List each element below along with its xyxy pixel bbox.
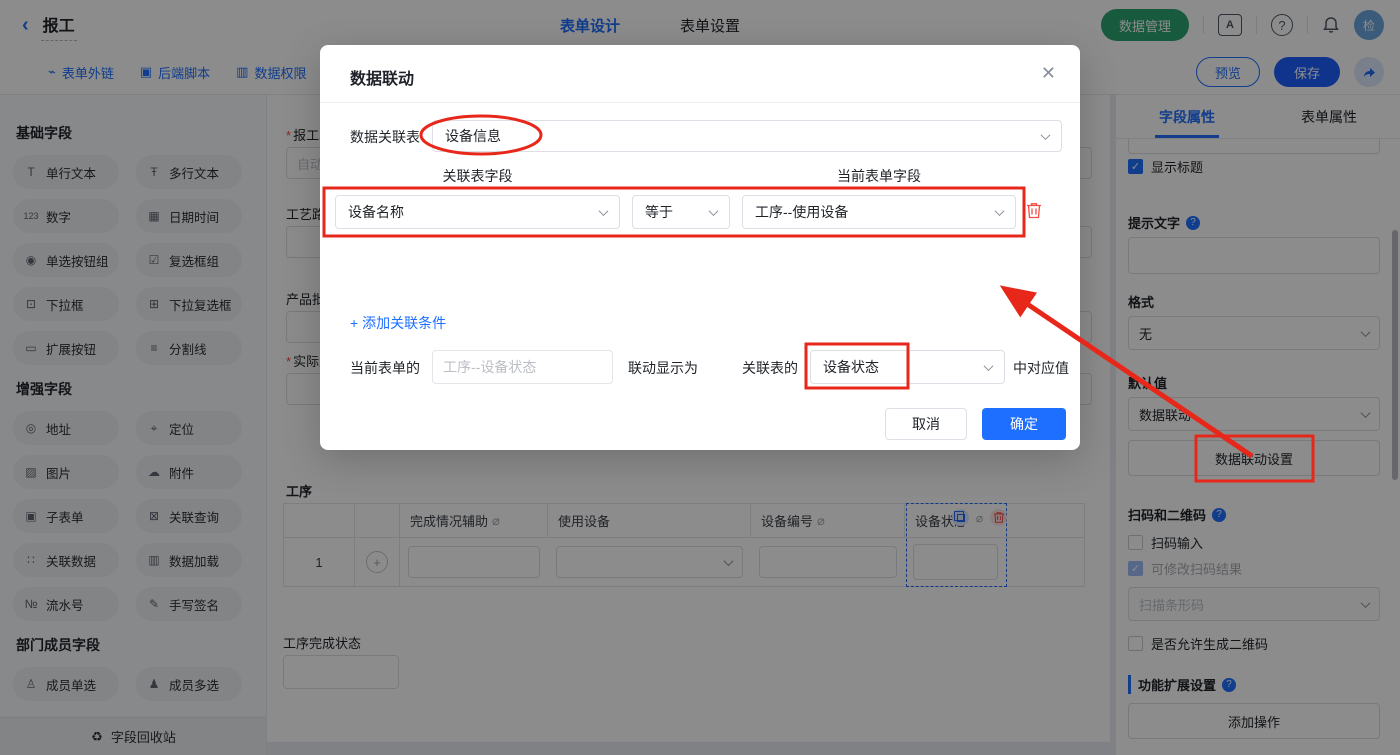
display-as-label: 联动显示为 <box>628 360 698 376</box>
chevron-down-icon <box>1040 129 1051 140</box>
relation-table-select[interactable]: 设备信息 <box>432 120 1062 152</box>
chevron-down-icon <box>983 360 994 371</box>
add-condition-link[interactable]: + 添加关联条件 <box>350 313 446 333</box>
data-linkage-modal: 数据联动 ✕ 数据关联表 设备信息 关联表字段 当前表单字段 设备名称 等于 工… <box>320 45 1080 450</box>
operator-value: 等于 <box>645 204 673 220</box>
current-field-value: 工序--使用设备 <box>755 204 849 220</box>
divider <box>320 102 1080 103</box>
relation-table-label: 数据关联表 <box>350 129 420 145</box>
modal-title: 数据联动 <box>350 71 415 88</box>
chevron-down-icon <box>598 205 609 216</box>
current-form-field-input: 工序--设备状态 <box>432 350 613 384</box>
related-display-select[interactable]: 设备状态 <box>810 350 1005 384</box>
related-table-label: 关联表的 <box>742 360 798 376</box>
operator-select[interactable]: 等于 <box>632 195 730 229</box>
close-icon[interactable]: ✕ <box>1041 63 1056 84</box>
delete-condition-icon[interactable] <box>1026 202 1042 224</box>
relation-table-value: 设备信息 <box>445 128 501 144</box>
confirm-button[interactable]: 确定 <box>982 408 1066 440</box>
current-form-label: 当前表单的 <box>350 360 420 376</box>
related-field-select[interactable]: 设备名称 <box>335 195 620 229</box>
column-header-related-field: 关联表字段 <box>442 168 513 184</box>
suffix-label: 中对应值 <box>1013 360 1069 376</box>
related-field-value: 设备名称 <box>348 204 404 220</box>
chevron-down-icon <box>708 205 719 216</box>
column-header-current-field: 当前表单字段 <box>837 168 921 184</box>
app: ‹ 报工 表单设计 表单设置 数据管理 A ? 检 ⌁ 表单外链 ▣ 后端脚本 … <box>0 0 1400 755</box>
current-field-select[interactable]: 工序--使用设备 <box>742 195 1016 229</box>
cancel-button[interactable]: 取消 <box>885 408 967 440</box>
related-display-value: 设备状态 <box>823 359 879 375</box>
chevron-down-icon <box>994 205 1005 216</box>
